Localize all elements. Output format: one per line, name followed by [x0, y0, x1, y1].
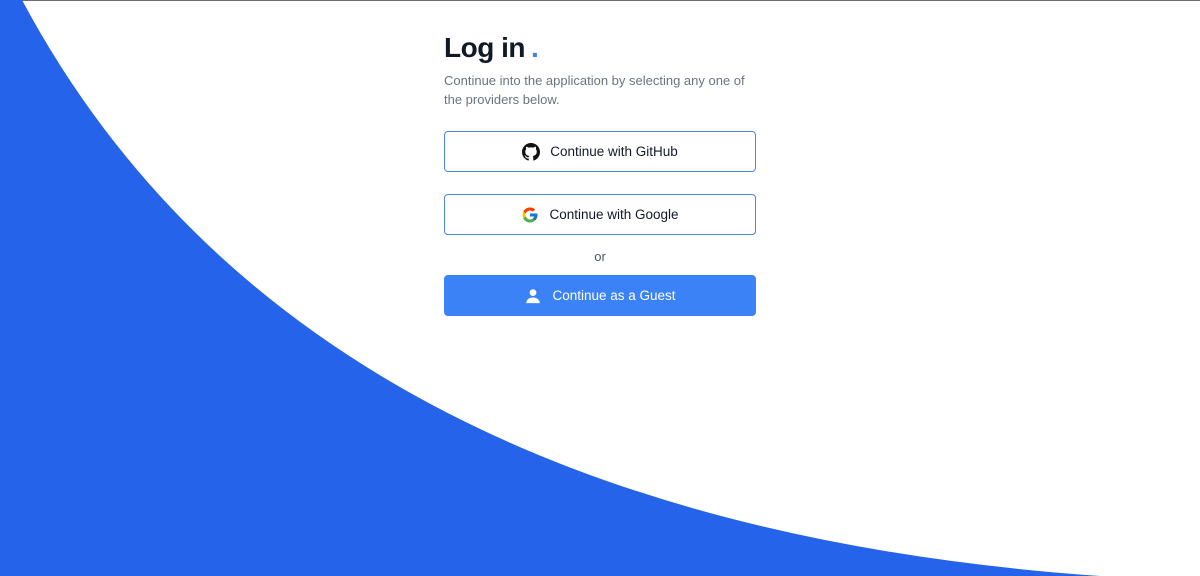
guest-login-label: Continue as a Guest	[552, 288, 676, 303]
page-title: Log in .	[444, 28, 756, 68]
login-panel: Log in . Continue into the application b…	[444, 28, 756, 316]
github-login-label: Continue with GitHub	[550, 144, 678, 159]
google-login-label: Continue with Google	[549, 207, 679, 222]
title-dot: .	[530, 32, 539, 63]
login-subtitle: Continue into the application by selecti…	[444, 73, 745, 107]
or-divider: or	[594, 249, 606, 264]
guest-login-button[interactable]: Continue as a Guest	[444, 275, 756, 316]
page-title-text: Log in	[444, 32, 525, 63]
google-login-button[interactable]: Continue with Google	[444, 194, 756, 235]
github-login-button[interactable]: Continue with GitHub	[444, 131, 756, 172]
google-icon	[521, 206, 539, 224]
github-icon	[522, 142, 541, 161]
user-icon	[524, 287, 542, 305]
